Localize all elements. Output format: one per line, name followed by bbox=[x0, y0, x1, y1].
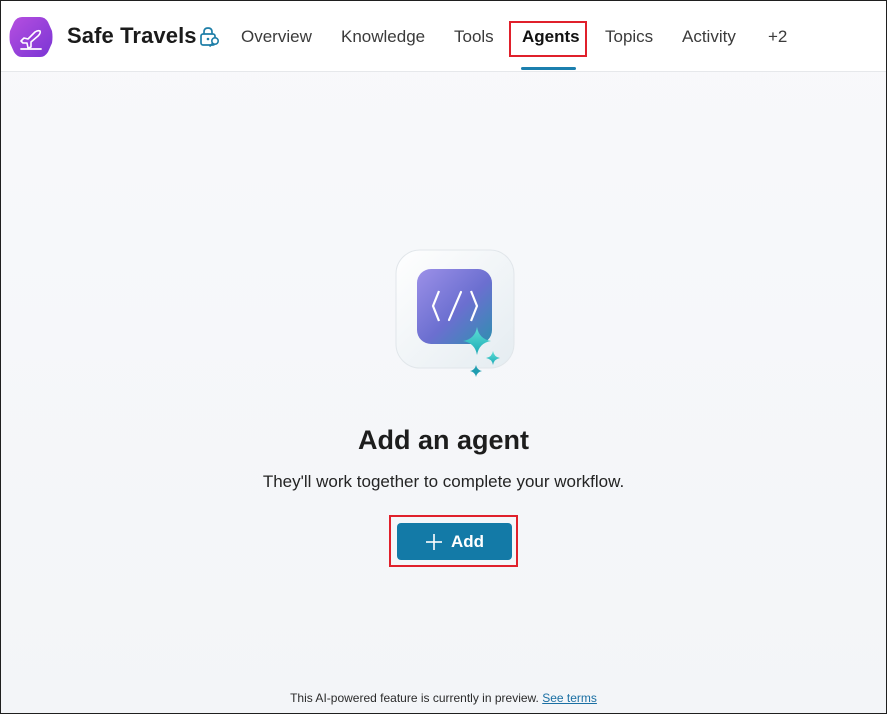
top-header: Safe Travels Overview Knowledge Tools Ag… bbox=[1, 1, 886, 72]
tab-overview[interactable]: Overview bbox=[241, 25, 312, 49]
tab-topics[interactable]: Topics bbox=[605, 25, 653, 49]
tab-agents[interactable]: Agents bbox=[522, 25, 580, 49]
app-window: Safe Travels Overview Knowledge Tools Ag… bbox=[0, 0, 887, 714]
empty-state-subtitle: They'll work together to complete your w… bbox=[262, 472, 625, 491]
preview-note-text: This AI-powered feature is currently in … bbox=[290, 691, 539, 705]
preview-disclaimer: This AI-powered feature is currently in … bbox=[1, 691, 886, 705]
add-button-label: Add bbox=[450, 531, 485, 551]
lock-key-icon[interactable] bbox=[197, 25, 221, 49]
tab-tools[interactable]: Tools bbox=[454, 25, 494, 49]
airplane-departure-icon bbox=[9, 17, 53, 57]
app-title: Safe Travels bbox=[67, 23, 197, 48]
plus-icon bbox=[425, 533, 442, 550]
tab-more-overflow[interactable]: +2 bbox=[768, 25, 787, 49]
empty-state-title: Add an agent bbox=[357, 425, 529, 455]
add-agent-button[interactable]: Add bbox=[397, 523, 512, 560]
see-terms-link[interactable]: See terms bbox=[542, 691, 597, 705]
agent-code-sparkle-icon bbox=[395, 249, 515, 377]
tab-activity[interactable]: Activity bbox=[682, 25, 736, 49]
active-tab-indicator bbox=[521, 67, 576, 70]
tab-knowledge[interactable]: Knowledge bbox=[341, 25, 425, 49]
